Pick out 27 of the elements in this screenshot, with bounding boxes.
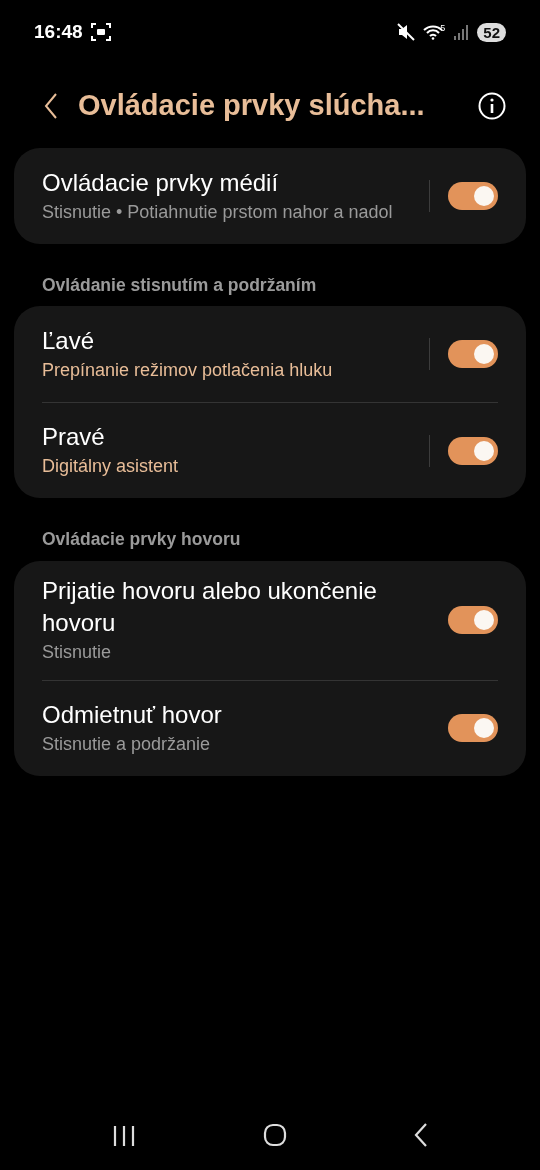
setting-title: Ovládacie prvky médií — [42, 167, 280, 198]
setting-summary: Prepínanie režimov potlačenia hluku — [42, 358, 334, 382]
clock-time: 16:48 — [34, 19, 83, 44]
toggle-switch[interactable] — [448, 340, 498, 369]
setting-summary: Stisnutie a podržanie — [42, 732, 212, 756]
toggle-switch[interactable] — [448, 182, 498, 210]
setting-title: Ľavé — [42, 325, 96, 356]
toggle-switch[interactable] — [448, 606, 498, 634]
home-icon — [263, 1123, 287, 1148]
toggle-switch[interactable] — [448, 714, 498, 742]
battery-level: 52 — [477, 22, 506, 42]
setting-summary: Stisnutie — [42, 640, 113, 664]
setting-title: Prijatie hovoru alebo ukončenie hovoru — [42, 575, 378, 638]
page-title: Ovládacie prvky slúcha... — [78, 88, 425, 124]
network-label: 5 — [440, 24, 446, 33]
section-header: Ovládacie prvky hovoru — [41, 528, 242, 552]
setting-summary: Stisnutie • Potiahnutie prstom nahor a nadol — [42, 200, 394, 224]
setting-title: Odmietnuť hovor — [42, 699, 223, 730]
setting-summary: Digitálny asistent — [42, 455, 180, 479]
toggle-switch[interactable] — [448, 436, 498, 465]
signal-icon — [453, 24, 470, 40]
back-icon — [414, 1123, 429, 1148]
recent-apps-icon — [111, 1124, 136, 1147]
screenshot-icon — [90, 23, 111, 41]
mute-icon — [397, 23, 416, 41]
section-header: Ovládanie stisnutím a podržaním — [41, 274, 318, 297]
setting-title: Pravé — [42, 422, 106, 453]
